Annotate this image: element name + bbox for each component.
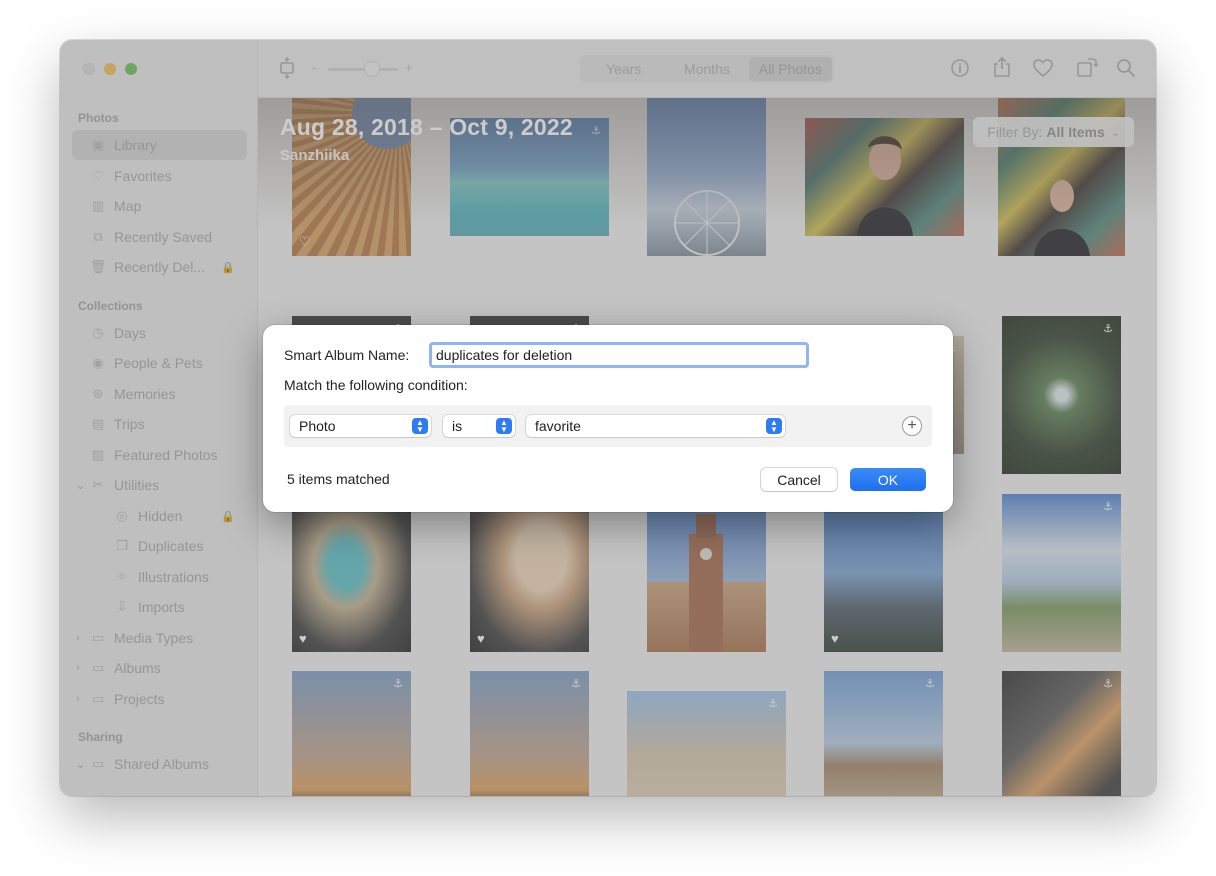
select-stepper-icon: ▲ ▼ [496,418,512,434]
ok-button[interactable]: OK [850,468,926,491]
condition-operator-value: is [452,418,463,434]
condition-operator-select[interactable]: is ▲ ▼ [443,415,515,437]
select-stepper-icon: ▲ ▼ [412,418,428,434]
condition-field-value: Photo [299,418,336,434]
cancel-button[interactable]: Cancel [761,468,837,491]
select-stepper-icon: ▲ ▼ [766,418,782,434]
smart-album-dialog: Smart Album Name: Match the following co… [263,325,953,512]
add-condition-button[interactable]: + [902,416,922,436]
condition-field-select[interactable]: Photo ▲ ▼ [290,415,431,437]
match-count: 5 items matched [287,471,390,487]
smart-album-name-input[interactable] [429,342,809,368]
condition-value-value: favorite [535,418,581,434]
condition-heading: Match the following condition: [284,377,468,393]
condition-value-select[interactable]: favorite ▲ ▼ [526,415,785,437]
condition-row: Photo ▲ ▼ is ▲ ▼ favorite ▲ ▼ + [284,405,932,447]
smart-album-name-label: Smart Album Name: [284,347,410,363]
